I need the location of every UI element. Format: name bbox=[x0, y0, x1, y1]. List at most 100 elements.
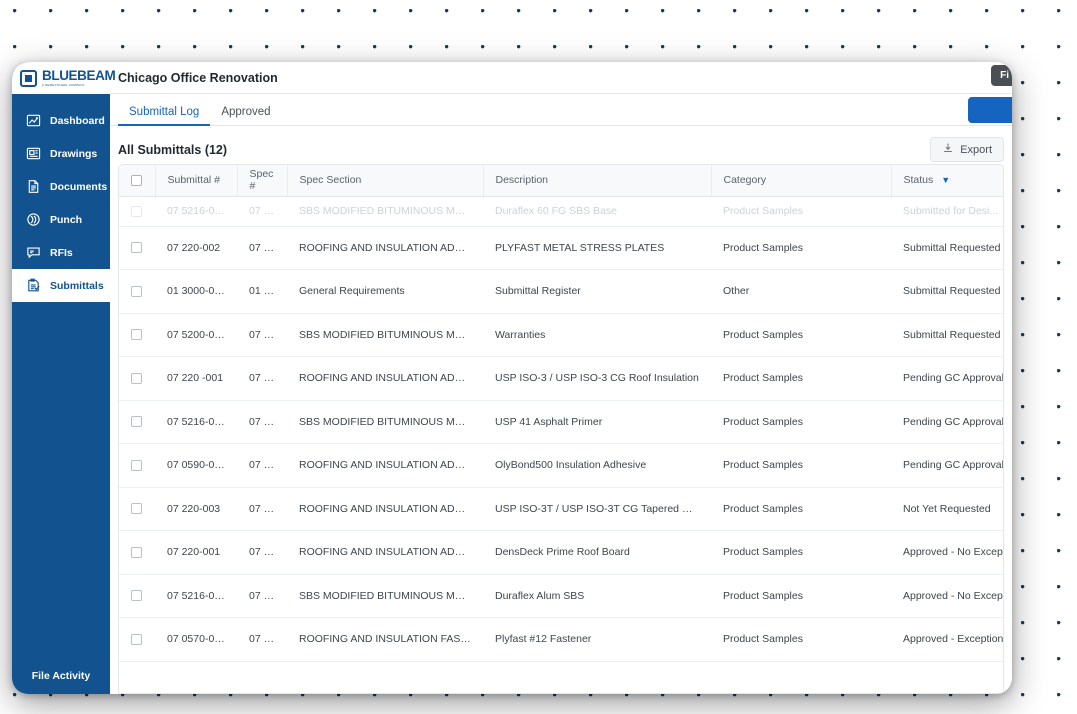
table-row[interactable]: 07 5200-00107 5200SBS MODIFIED BITUMINOU… bbox=[119, 313, 1004, 357]
cell-description: USP 41 Asphalt Primer bbox=[483, 400, 711, 444]
sidebar-nav: Dashboard Drawings bbox=[12, 104, 110, 302]
row-select-cell bbox=[119, 400, 155, 444]
cell-category: Product Samples bbox=[711, 444, 891, 488]
sidebar-item-submittals[interactable]: Submittals bbox=[12, 269, 110, 302]
tab-submittal-log[interactable]: Submittal Log bbox=[118, 106, 210, 125]
row-select-cell bbox=[119, 357, 155, 401]
table-row[interactable]: 01 3000-00101 3000General RequirementsSu… bbox=[119, 270, 1004, 314]
brand-logo: BLUEBEAM A NEMETSCHEK COMPANY bbox=[12, 62, 110, 94]
sidebar-item-label: Submittals bbox=[50, 280, 104, 292]
export-button[interactable]: Export bbox=[930, 137, 1004, 162]
column-header-status[interactable]: Status ▼ bbox=[891, 165, 1004, 196]
column-header-spec-number[interactable]: Spec # bbox=[237, 165, 287, 196]
cell-category: Product Samples bbox=[711, 487, 891, 531]
tab-label: Submittal Log bbox=[129, 106, 199, 118]
cell-spec-number: 07 5216 bbox=[237, 196, 287, 226]
cell-description: Duraflex Alum SBS bbox=[483, 574, 711, 618]
row-checkbox[interactable] bbox=[131, 286, 142, 297]
table-header-row: Submittal # Spec # Spec Section Descript… bbox=[119, 165, 1004, 196]
cell-status: Approved - Exceptions bbox=[891, 618, 1004, 662]
dashboard-icon bbox=[26, 113, 41, 128]
cell-status: Approved - No Exceptions bbox=[891, 574, 1004, 618]
screen-right-margin bbox=[1012, 0, 1077, 714]
download-icon bbox=[942, 142, 954, 157]
cell-spec-number: 07 5216 bbox=[237, 400, 287, 444]
cell-status: Pending GC Approval bbox=[891, 357, 1004, 401]
drawings-icon bbox=[26, 146, 41, 161]
table-row[interactable]: 07 5216-00307 5216SBS MODIFIED BITUMINOU… bbox=[119, 574, 1004, 618]
cell-spec-section: SBS MODIFIED BITUMINOUS MEMBR... bbox=[287, 574, 483, 618]
sidebar-item-drawings[interactable]: Drawings bbox=[12, 137, 110, 170]
row-checkbox[interactable] bbox=[131, 373, 142, 384]
row-checkbox[interactable] bbox=[131, 416, 142, 427]
table-row[interactable]: 07 5216-00207 5216SBS MODIFIED BITUMINOU… bbox=[119, 196, 1004, 226]
cell-spec-number: 01 3000 bbox=[237, 270, 287, 314]
row-checkbox[interactable] bbox=[131, 634, 142, 645]
row-select-cell bbox=[119, 574, 155, 618]
cell-description: Submittal Register bbox=[483, 270, 711, 314]
primary-action-button[interactable] bbox=[968, 97, 1012, 123]
table-row[interactable]: 07 0570-00107 0570ROOFING AND INSULATION… bbox=[119, 618, 1004, 662]
sidebar-item-file-activity[interactable]: File Activity bbox=[12, 658, 110, 694]
table-row[interactable]: 07 220-00107 220ROOFING AND INSULATION A… bbox=[119, 531, 1004, 575]
submittals-table-container[interactable]: Submittal # Spec # Spec Section Descript… bbox=[118, 164, 1004, 694]
tab-label: Approved bbox=[221, 106, 270, 118]
row-select-cell bbox=[119, 226, 155, 270]
tab-approved[interactable]: Approved bbox=[210, 106, 281, 125]
file-activity-label: File Activity bbox=[32, 670, 91, 682]
cell-category: Product Samples bbox=[711, 357, 891, 401]
list-title: All Submittals (12) bbox=[118, 143, 227, 157]
select-all-checkbox[interactable] bbox=[131, 175, 142, 186]
cell-submittal-number: 07 220-001 bbox=[155, 531, 237, 575]
row-checkbox[interactable] bbox=[131, 460, 142, 471]
cell-spec-section: General Requirements bbox=[287, 270, 483, 314]
row-select-cell bbox=[119, 618, 155, 662]
cell-category: Product Samples bbox=[711, 226, 891, 270]
brand-tagline: A NEMETSCHEK COMPANY bbox=[42, 84, 115, 87]
table-row[interactable]: 07 220-00207 220ROOFING AND INSULATION A… bbox=[119, 226, 1004, 270]
row-checkbox[interactable] bbox=[131, 206, 142, 217]
cell-spec-section: ROOFING AND INSULATION FASTENE... bbox=[287, 618, 483, 662]
cell-submittal-number: 07 5216-003 bbox=[155, 574, 237, 618]
sidebar-item-dashboard[interactable]: Dashboard bbox=[12, 104, 110, 137]
cell-status: Submittal Requested bbox=[891, 313, 1004, 357]
row-checkbox[interactable] bbox=[131, 547, 142, 558]
column-header-spec-section[interactable]: Spec Section bbox=[287, 165, 483, 196]
select-all-header bbox=[119, 165, 155, 196]
punch-icon bbox=[26, 212, 41, 227]
table-row[interactable]: 07 220-00307 220ROOFING AND INSULATION A… bbox=[119, 487, 1004, 531]
sidebar-item-documents[interactable]: Documents bbox=[12, 170, 110, 203]
cell-spec-number: 07 220 bbox=[237, 357, 287, 401]
cell-spec-number: 07 0570 bbox=[237, 618, 287, 662]
row-checkbox[interactable] bbox=[131, 329, 142, 340]
tooltip: Fi bbox=[991, 65, 1012, 86]
column-header-description[interactable]: Description bbox=[483, 165, 711, 196]
top-bar: Chicago Office Renovation Fi bbox=[110, 62, 1012, 94]
table-body: 07 5216-00207 5216SBS MODIFIED BITUMINOU… bbox=[119, 196, 1004, 661]
row-checkbox[interactable] bbox=[131, 503, 142, 514]
sidebar-item-punch[interactable]: Punch bbox=[12, 203, 110, 236]
cell-status: Submittal Requested bbox=[891, 270, 1004, 314]
cell-description: DensDeck Prime Roof Board bbox=[483, 531, 711, 575]
sidebar-item-rfis[interactable]: RFIs bbox=[12, 236, 110, 269]
rfis-icon bbox=[26, 245, 41, 260]
table-row[interactable]: 07 0590-00107 0590ROOFING AND INSULATION… bbox=[119, 444, 1004, 488]
cell-submittal-number: 07 220-002 bbox=[155, 226, 237, 270]
table-row[interactable]: 07 220 -00107 220ROOFING AND INSULATION … bbox=[119, 357, 1004, 401]
column-header-submittal-number[interactable]: Submittal # bbox=[155, 165, 237, 196]
cell-spec-section: SBS MODIFIED BITUMINOUS MEMBR... bbox=[287, 196, 483, 226]
cell-description: Plyfast #12 Fastener bbox=[483, 618, 711, 662]
chevron-down-icon[interactable]: ▼ bbox=[941, 175, 950, 185]
row-checkbox[interactable] bbox=[131, 590, 142, 601]
cell-status: Submittal Requested bbox=[891, 226, 1004, 270]
column-header-category[interactable]: Category bbox=[711, 165, 891, 196]
cell-submittal-number: 07 5200-001 bbox=[155, 313, 237, 357]
cell-spec-number: 07 5216 bbox=[237, 574, 287, 618]
cell-submittal-number: 07 220 -001 bbox=[155, 357, 237, 401]
row-checkbox[interactable] bbox=[131, 242, 142, 253]
cell-description: OlyBond500 Insulation Adhesive bbox=[483, 444, 711, 488]
main-area: Chicago Office Renovation Fi Submittal L… bbox=[110, 62, 1012, 694]
table-row[interactable]: 07 5216-00407 5216SBS MODIFIED BITUMINOU… bbox=[119, 400, 1004, 444]
cell-status: Pending GC Approval bbox=[891, 400, 1004, 444]
cell-spec-number: 07 5200 bbox=[237, 313, 287, 357]
